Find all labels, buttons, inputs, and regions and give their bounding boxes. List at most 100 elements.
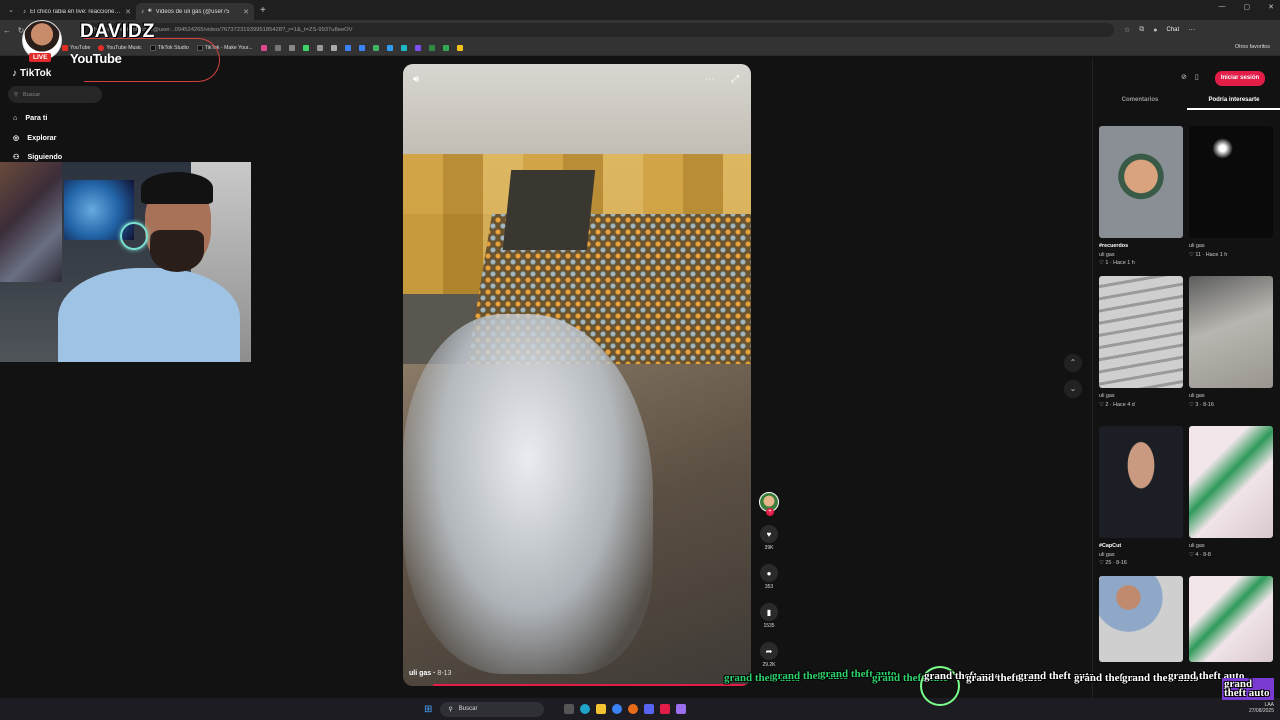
back-icon[interactable]: ←: [0, 26, 14, 35]
chat-button[interactable]: Chat: [1167, 27, 1180, 33]
card-meta: uli gas ♡ 3 · 8-16: [1189, 392, 1273, 409]
share-button[interactable]: ➦: [760, 642, 778, 660]
minimize-icon[interactable]: —: [1219, 3, 1226, 11]
tab-comentarios[interactable]: Comentarios: [1093, 94, 1187, 110]
tab-title: Videos de uli gas (@user75: [155, 8, 230, 15]
taskbar-search[interactable]: ⚲ Buscar: [440, 701, 545, 717]
browser-tab-2[interactable]: ♪ 🔊︎ Videos de uli gas (@user75 ✕: [136, 3, 254, 20]
bookmark-icon[interactable]: [330, 44, 337, 51]
stream-brand: DAVIDZ LIVE YouTube: [22, 20, 220, 82]
app-icon[interactable]: [564, 704, 575, 714]
following-icon: ⚇: [13, 152, 20, 161]
headset-light-icon: [120, 222, 148, 250]
suggestion-card[interactable]: uli gas ♡ 11 · Hace 1 h: [1189, 126, 1273, 258]
tiktok-favicon-icon: ♪: [141, 8, 144, 15]
nav-item-para-ti[interactable]: ⌂ Para ti: [13, 113, 47, 122]
comment-icon: ●: [766, 568, 772, 578]
previous-video-chevron-up-icon[interactable]: ⌃: [1064, 354, 1082, 372]
fullscreen-icon[interactable]: ⤢: [731, 74, 739, 85]
bookmark-icon[interactable]: [428, 44, 435, 51]
login-button[interactable]: Iniciar sesión: [1215, 71, 1265, 86]
more-options-icon[interactable]: ⋯: [705, 74, 715, 85]
right-panel-icons: ⊘ ▯: [1181, 73, 1199, 81]
suggestion-card[interactable]: [1099, 576, 1183, 662]
new-tab-icon[interactable]: +: [260, 5, 266, 16]
bookmark-icon[interactable]: [358, 44, 365, 51]
right-panel: ⊘ ▯ Iniciar sesión Comentarios Podría in…: [1092, 58, 1280, 698]
star-icon[interactable]: ☆: [1124, 26, 1130, 34]
other-favorites[interactable]: Otros favoritos: [1235, 44, 1270, 50]
bookmark-icon[interactable]: [456, 44, 463, 51]
window-controls: — ▢ ✕: [1219, 3, 1275, 11]
search-input[interactable]: ⚲ Buscar: [8, 86, 102, 103]
bookmark-icon[interactable]: [274, 44, 281, 51]
phone-icon[interactable]: ▯: [1195, 73, 1199, 81]
bookmark-icon[interactable]: [302, 44, 309, 51]
author-avatar[interactable]: +: [759, 492, 779, 516]
card-author: uli gas: [1099, 393, 1115, 399]
windows-start-icon[interactable]: ⊞: [424, 704, 432, 715]
streamer-beard: [150, 230, 204, 272]
close-icon[interactable]: ✕: [243, 8, 249, 16]
bookmark-icon[interactable]: [442, 44, 449, 51]
bookmark-icon[interactable]: [344, 44, 351, 51]
card-meta: #CapCut uli gas ♡ 25 · 8-16: [1099, 542, 1183, 568]
bookmark-icon[interactable]: [386, 44, 393, 51]
bookmark-icon[interactable]: [288, 44, 295, 51]
tab-menu-icon[interactable]: ⌄: [4, 3, 18, 17]
explorer-icon[interactable]: [596, 704, 607, 714]
app-icon[interactable]: [628, 704, 639, 714]
right-panel-tabs: Comentarios Podría interesarte: [1093, 94, 1280, 110]
suggestions-grid: #recuerdos uli gas ♡ 1 · Hace 1 h uli gas ♡…: [1099, 126, 1274, 662]
suggestion-card[interactable]: #recuerdos uli gas ♡ 1 · Hace 1 h: [1099, 126, 1183, 266]
close-icon[interactable]: ✕: [125, 8, 131, 16]
suggestion-card[interactable]: uli gas ♡ 2 · Hace 4 d: [1099, 276, 1183, 408]
bookmark-icon[interactable]: [414, 44, 421, 51]
suggestion-card[interactable]: #CapCut uli gas ♡ 25 · 8-16: [1099, 426, 1183, 566]
extensions-icon[interactable]: ⧉: [1139, 26, 1144, 34]
chrome-icon[interactable]: [612, 704, 623, 714]
video-player[interactable]: 🔊︎ ⋯ ⤢ uli gas · 8-13: [403, 64, 751, 686]
coin-icon[interactable]: ⊘: [1181, 73, 1187, 81]
bookmark-icon[interactable]: [316, 44, 323, 51]
volume-icon[interactable]: 🔊︎: [413, 74, 419, 85]
suggestion-card[interactable]: uli gas ♡ 4 · 8-8: [1189, 426, 1273, 558]
tiktok-logo[interactable]: ♪ TikTok: [12, 68, 51, 79]
browser-tab-bar: ⌄ ♪ El chico rabia en live: reacciones y…: [0, 0, 1280, 20]
profile-icon[interactable]: ●: [1153, 27, 1157, 34]
like-button[interactable]: ♥: [760, 525, 778, 543]
bookmark-icon[interactable]: [372, 44, 379, 51]
card-caption: #CapCut: [1099, 543, 1122, 549]
search-icon: ⚲: [448, 706, 453, 713]
video-frame-crate: [502, 170, 596, 250]
nav-item-siguiendo[interactable]: ⚇ Siguiendo: [13, 152, 62, 161]
browser-tab-1[interactable]: ♪ El chico rabia en live: reacciones y ✕: [18, 3, 136, 20]
card-stats: ♡ 11 · Hace 1 h: [1189, 251, 1228, 258]
bookmark-icon[interactable]: [400, 44, 407, 51]
edge-icon[interactable]: [580, 704, 591, 714]
video-date: 8-13: [437, 670, 452, 677]
card-stats: ♡ 25 · 8-16: [1099, 560, 1127, 566]
tab-podria-interesarte[interactable]: Podría interesarte: [1187, 94, 1280, 110]
maximize-icon[interactable]: ▢: [1244, 3, 1251, 11]
card-stats-text: 2 · Hace 4 d: [1105, 401, 1135, 408]
video-author[interactable]: uli gas · 8-13: [409, 670, 451, 677]
tiktok-note-icon: ♪: [12, 68, 17, 79]
more-icon[interactable]: ⋯: [1188, 26, 1195, 34]
suggestion-card[interactable]: uli gas ♡ 3 · 8-16: [1189, 276, 1273, 408]
comment-button[interactable]: ●: [760, 564, 778, 582]
discord-icon[interactable]: [644, 704, 655, 714]
video-progress-bar[interactable]: [433, 684, 751, 686]
suggestion-card[interactable]: [1189, 576, 1273, 662]
channel-name: DAVIDZ: [80, 21, 156, 42]
save-button[interactable]: ▮: [760, 603, 778, 621]
follow-plus-icon[interactable]: +: [766, 508, 774, 516]
url-field[interactable]: https://www.tiktok.com/@user...094524265…: [84, 23, 1114, 37]
app-icon[interactable]: [660, 704, 671, 714]
next-video-chevron-down-icon[interactable]: ⌄: [1064, 380, 1082, 398]
bookmark-icon[interactable]: [260, 44, 267, 51]
close-window-icon[interactable]: ✕: [1268, 3, 1274, 11]
streamer-cap: [141, 172, 213, 204]
app-icon[interactable]: [676, 704, 687, 714]
nav-item-explorar[interactable]: ◎ Explorar: [13, 133, 56, 142]
